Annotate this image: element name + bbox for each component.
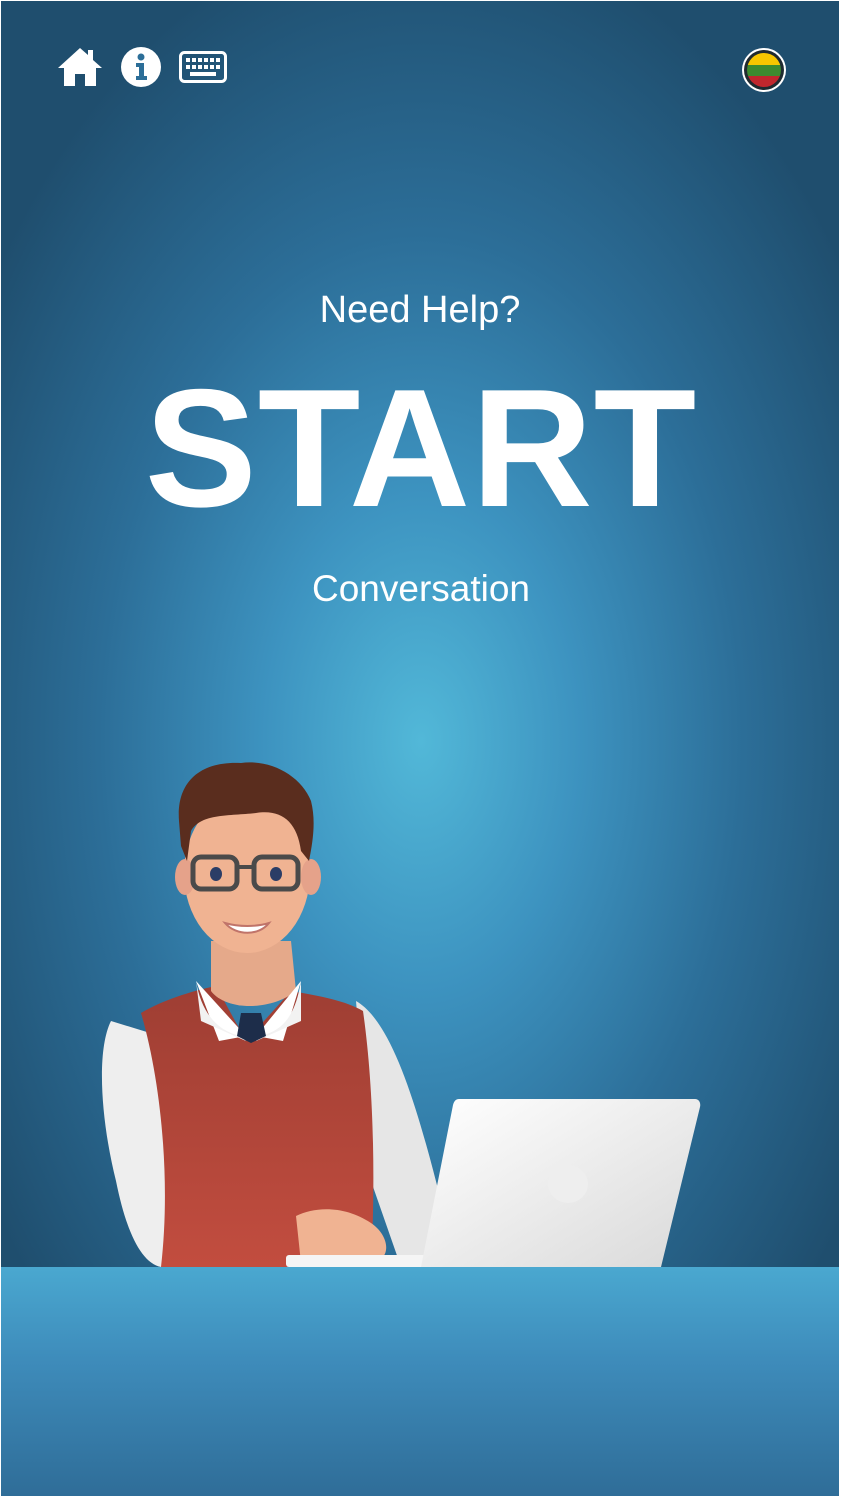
start-subtitle: Conversation	[311, 568, 530, 609]
start-title: START	[144, 354, 698, 542]
info-icon[interactable]	[120, 46, 162, 88]
desk	[1, 1267, 839, 1496]
start-conversation-button[interactable]: START Conversation	[111, 363, 731, 633]
keyboard-icon[interactable]	[179, 51, 227, 83]
top-toolbar	[1, 1, 839, 131]
lithuania-flag-icon[interactable]	[739, 45, 789, 95]
app-screen: Need Help? START Conversation	[1, 1, 839, 1496]
help-prompt: Need Help?	[319, 289, 521, 331]
home-icon[interactable]	[56, 46, 104, 88]
